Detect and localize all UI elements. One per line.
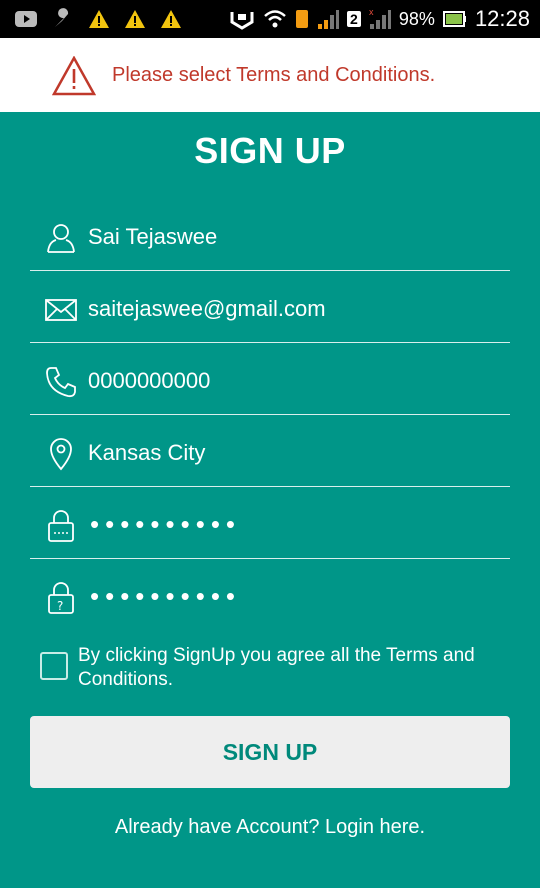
status-bar: 2 x 98% 12:28 xyxy=(0,0,540,38)
warning-icon xyxy=(89,10,109,28)
signal-icon: x xyxy=(369,8,391,29)
password-field[interactable]: •••••••••• xyxy=(30,487,510,559)
sim1-icon xyxy=(295,10,308,28)
name-input[interactable] xyxy=(88,217,488,257)
sim2-icon: 2 xyxy=(346,11,361,27)
terms-label: By clicking SignUp you agree all the Ter… xyxy=(78,645,475,690)
clock: 12:28 xyxy=(474,6,530,31)
lock-icon xyxy=(48,510,74,542)
terms-checkbox[interactable] xyxy=(40,652,68,680)
phone-icon xyxy=(46,367,76,398)
warning-triangle-icon xyxy=(52,56,96,96)
error-message: Please select Terms and Conditions. xyxy=(112,64,436,86)
city-field[interactable] xyxy=(30,415,510,487)
login-link[interactable]: Already have Account? Login here. xyxy=(0,816,540,839)
email-input[interactable] xyxy=(88,289,488,329)
password-input[interactable]: •••••••••• xyxy=(90,509,241,539)
youtube-icon xyxy=(15,11,37,27)
envelope-icon xyxy=(45,299,77,321)
page-title: SIGN UP xyxy=(194,130,346,171)
signal-icon xyxy=(317,10,339,29)
signup-button[interactable]: SIGN UP xyxy=(30,716,510,788)
name-field[interactable] xyxy=(30,199,510,271)
wifi-icon xyxy=(264,10,286,28)
svg-text:x: x xyxy=(369,8,374,17)
phone-input[interactable] xyxy=(88,361,488,401)
svg-text:?: ? xyxy=(57,599,63,613)
battery-percent: 98% xyxy=(398,8,435,29)
location-pin-icon xyxy=(50,438,72,471)
person-icon xyxy=(47,224,75,253)
phone-field[interactable] xyxy=(30,343,510,415)
battery-icon xyxy=(442,11,466,27)
confirm-password-input[interactable]: •••••••••• xyxy=(90,581,241,611)
wrench-icon xyxy=(55,8,69,27)
city-input[interactable] xyxy=(88,433,488,473)
nfc-icon xyxy=(230,12,254,30)
lock-question-icon: ? xyxy=(48,582,74,614)
warning-icon xyxy=(125,10,145,28)
confirm-password-field[interactable]: ? •••••••••• xyxy=(30,559,510,630)
email-field[interactable] xyxy=(30,271,510,343)
warning-icon xyxy=(161,10,181,28)
